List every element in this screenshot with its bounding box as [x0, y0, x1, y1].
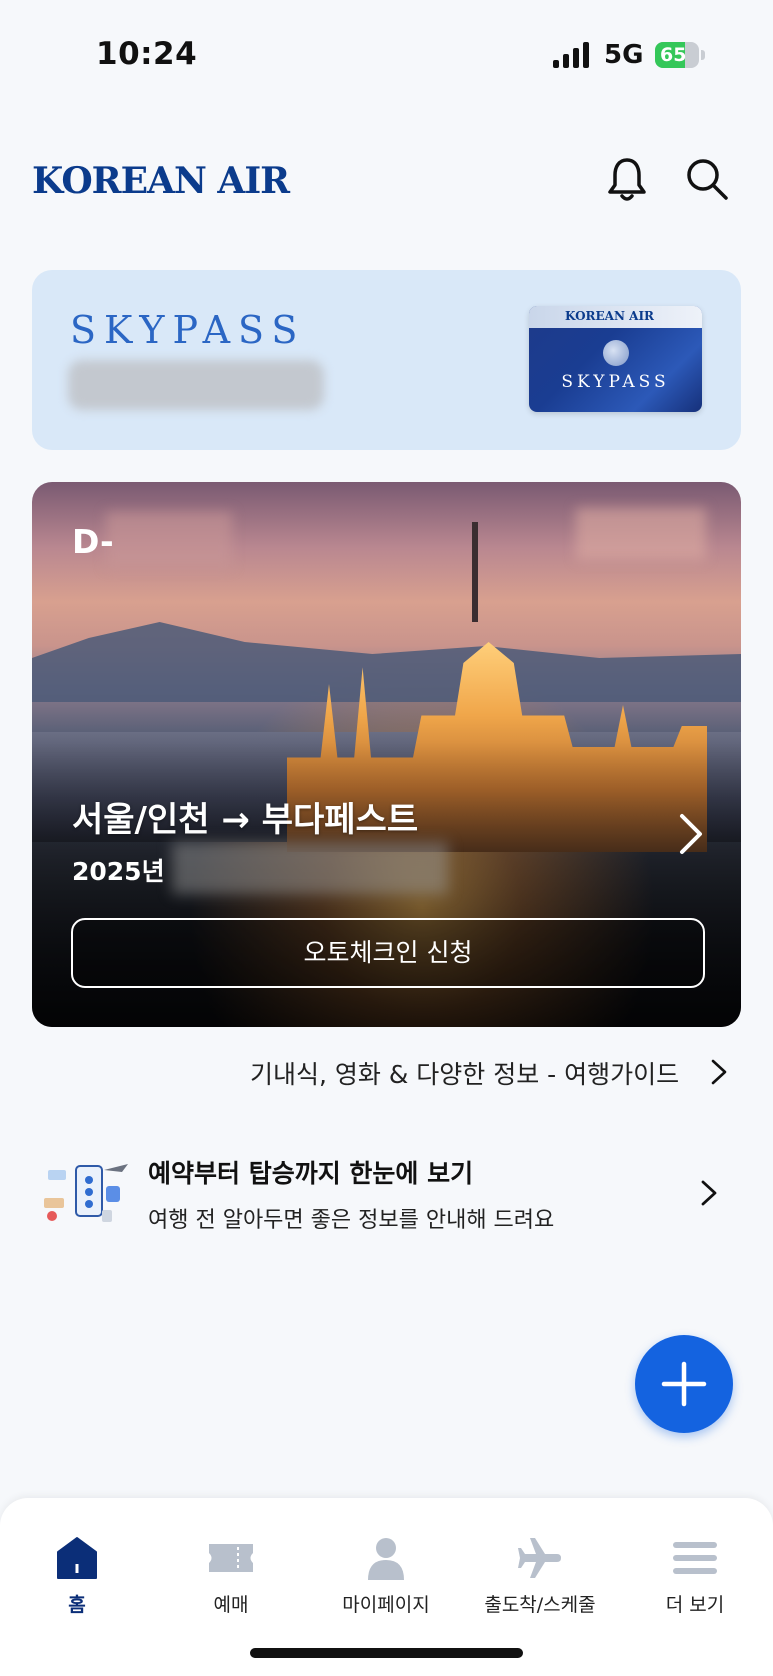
- battery-icon: 65: [655, 42, 707, 70]
- emblem-icon: [603, 340, 629, 366]
- home-icon: [57, 1537, 97, 1579]
- nav-item-mypage[interactable]: 마이페이지: [309, 1498, 463, 1628]
- signal-icon: [553, 42, 593, 68]
- search-icon: [687, 159, 728, 200]
- skypass-card-image: KOREAN AIR SKYPASS: [529, 306, 702, 412]
- chevron-right-icon: [680, 814, 702, 854]
- person-icon: [368, 1538, 404, 1580]
- add-button[interactable]: [635, 1335, 733, 1433]
- battery-level: 65: [660, 44, 687, 66]
- corner-blur: [576, 508, 706, 560]
- trip-card[interactable]: D- 서울/인천 → 부다페스트 2025년 오토체크인 신청: [32, 482, 741, 1027]
- network-label: 5G: [604, 40, 644, 70]
- search-button[interactable]: [680, 152, 734, 206]
- chevron-right-icon[interactable]: [698, 1178, 720, 1208]
- home-indicator: [250, 1648, 523, 1658]
- travel-guide-link[interactable]: 기내식, 영화 & 다양한 정보 - 여행가이드: [250, 1055, 679, 1091]
- nav-label: 더 보기: [665, 1594, 725, 1616]
- trip-date: 2025년: [72, 857, 165, 886]
- trip-detail-chevron[interactable]: [672, 812, 708, 856]
- nav-label: 예매: [213, 1594, 249, 1616]
- nav-label: 마이페이지: [342, 1594, 430, 1616]
- spire: [472, 522, 478, 622]
- airplane-icon: [518, 1538, 561, 1578]
- info-subtitle: 여행 전 알아두면 좋은 정보를 안내해 드려요: [148, 1208, 555, 1233]
- menu-icon: [673, 1542, 717, 1574]
- trip-route: 서울/인천 → 부다페스트: [72, 800, 419, 840]
- nav-item-flight-status[interactable]: 출도착/스케줄: [463, 1498, 617, 1628]
- skypass-title: SKYPASS: [70, 308, 306, 352]
- nav-item-more[interactable]: 더 보기: [618, 1498, 772, 1628]
- nav-item-home[interactable]: 홈: [0, 1498, 154, 1628]
- plus-icon: [661, 1361, 707, 1407]
- nav-item-booking[interactable]: 예매: [154, 1498, 308, 1628]
- dday-blur: [106, 512, 232, 568]
- dday-label: D-: [72, 522, 114, 561]
- info-title[interactable]: 예약부터 탑승까지 한눈에 보기: [148, 1154, 473, 1190]
- auto-checkin-button[interactable]: 오토체크인 신청: [71, 918, 705, 988]
- nav-label: 홈: [68, 1594, 86, 1616]
- date-blur: [172, 842, 448, 894]
- nav-label: 출도착/스케줄: [484, 1594, 596, 1616]
- skypass-number-blurred: [68, 360, 324, 410]
- mini-card-title: SKYPASS: [561, 372, 670, 392]
- mountain-scenery: [32, 622, 741, 702]
- notification-button[interactable]: [600, 152, 654, 206]
- korean-air-logo: KOREAN AIR: [32, 160, 290, 202]
- bell-icon: [608, 158, 646, 201]
- chevron-right-icon: [711, 1059, 727, 1085]
- status-time: 10:24: [96, 36, 198, 72]
- ticket-icon: [209, 1544, 253, 1572]
- travel-info-illustration: [44, 1164, 128, 1222]
- mini-card-logo: KOREAN AIR: [565, 309, 655, 323]
